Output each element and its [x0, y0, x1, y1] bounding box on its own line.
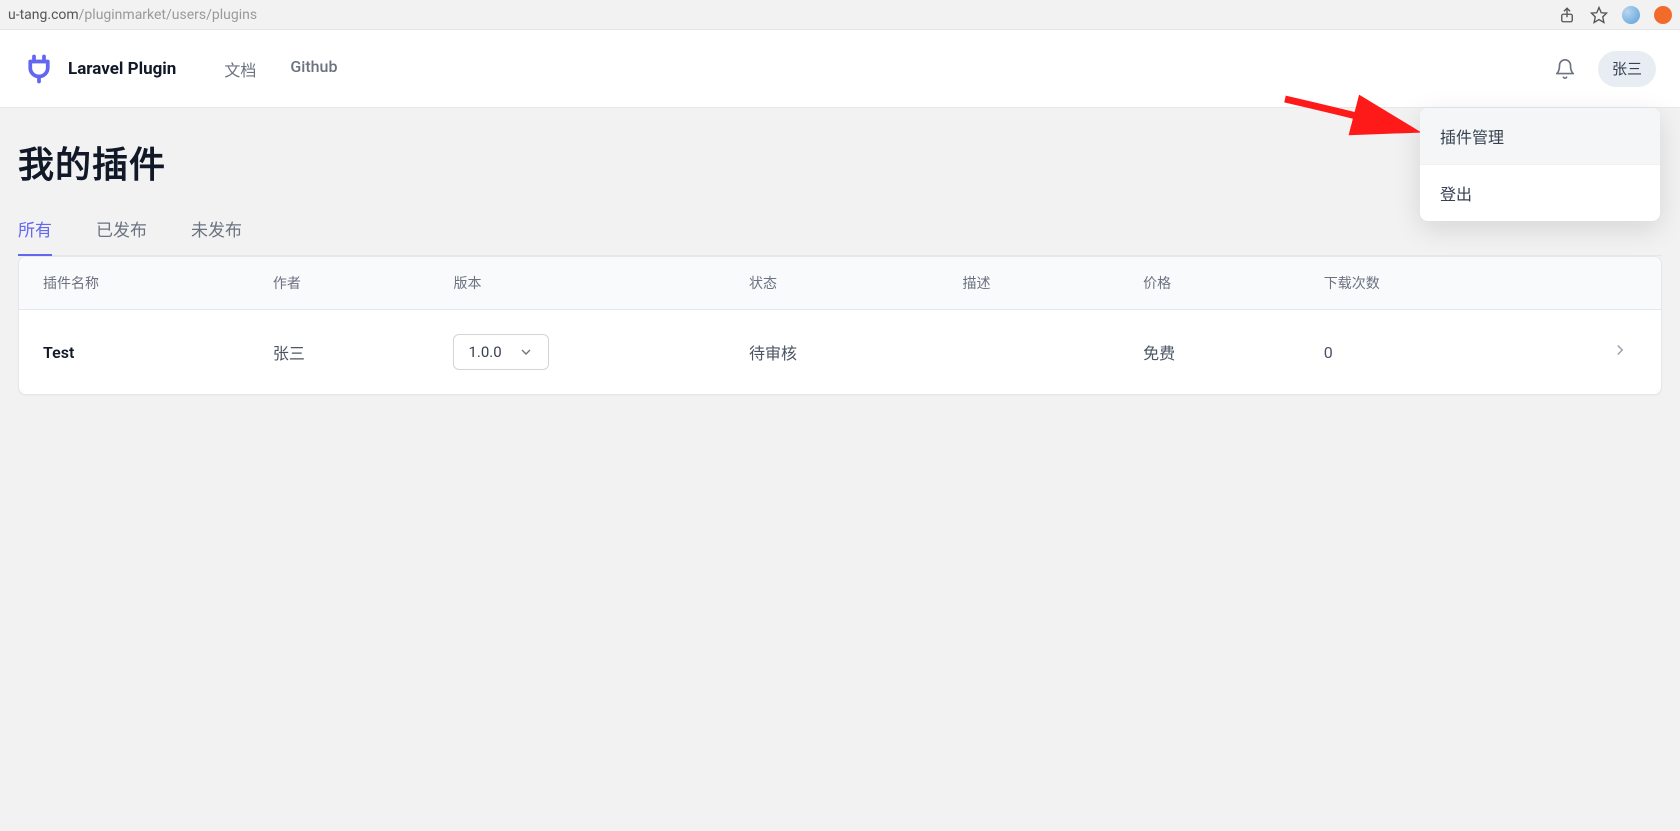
header-right: 张三 — [1554, 51, 1656, 87]
cell-author: 张三 — [249, 310, 430, 395]
th-author: 作者 — [249, 257, 430, 310]
th-description: 描述 — [938, 257, 1119, 310]
brand-name: Laravel Plugin — [68, 59, 176, 79]
logo-section[interactable]: Laravel Plugin — [24, 54, 176, 84]
user-name: 张三 — [1612, 58, 1642, 79]
tabs: 所有 已发布 未发布 — [18, 216, 1662, 256]
share-icon[interactable] — [1558, 6, 1576, 24]
browser-toolbar-icons — [1558, 6, 1672, 24]
th-actions — [1530, 257, 1661, 310]
page-title: 我的插件 — [18, 136, 1662, 188]
tab-all[interactable]: 所有 — [18, 216, 52, 255]
dropdown-item-logout[interactable]: 登出 — [1420, 165, 1660, 221]
plug-icon — [24, 54, 54, 84]
nav-link-github[interactable]: Github — [290, 57, 337, 81]
star-icon[interactable] — [1590, 6, 1608, 24]
th-status: 状态 — [725, 257, 938, 310]
browser-address-bar: u-tang.com/pluginmarket/users/plugins — [0, 0, 1680, 30]
nav-link-docs[interactable]: 文档 — [224, 57, 256, 81]
url-host: u-tang.com — [8, 7, 79, 23]
cell-name: Test — [19, 310, 249, 395]
cell-action — [1530, 310, 1661, 395]
th-price: 价格 — [1119, 257, 1300, 310]
plugins-table: 插件名称 作者 版本 状态 描述 价格 下载次数 Test 张三 1.0.0 — [18, 256, 1662, 395]
nav-links: 文档 Github — [224, 57, 337, 81]
url-path: /pluginmarket/users/plugins — [79, 7, 257, 23]
app-header: Laravel Plugin 文档 Github 张三 插件管理 登出 — [0, 30, 1680, 108]
user-dropdown: 插件管理 登出 — [1420, 108, 1660, 221]
cell-downloads: 0 — [1300, 310, 1530, 395]
table-header-row: 插件名称 作者 版本 状态 描述 价格 下载次数 — [19, 257, 1661, 310]
th-version: 版本 — [429, 257, 725, 310]
cell-description — [938, 310, 1119, 395]
url-text: u-tang.com/pluginmarket/users/plugins — [8, 7, 257, 23]
tab-published[interactable]: 已发布 — [96, 216, 147, 255]
browser-circle-icon-2[interactable] — [1654, 6, 1672, 24]
browser-circle-icon-1[interactable] — [1622, 6, 1640, 24]
th-name: 插件名称 — [19, 257, 249, 310]
cell-price: 免费 — [1119, 310, 1300, 395]
user-menu-button[interactable]: 张三 — [1598, 51, 1656, 87]
chevron-down-icon — [518, 344, 534, 360]
version-value: 1.0.0 — [468, 343, 501, 361]
chevron-right-icon[interactable] — [1611, 341, 1629, 359]
tab-unpublished[interactable]: 未发布 — [191, 216, 242, 255]
version-select[interactable]: 1.0.0 — [453, 334, 548, 370]
th-downloads: 下载次数 — [1300, 257, 1530, 310]
cell-status: 待审核 — [725, 310, 938, 395]
bell-icon[interactable] — [1554, 58, 1576, 80]
table-row[interactable]: Test 张三 1.0.0 待审核 免费 0 — [19, 310, 1661, 395]
dropdown-item-plugin-manage[interactable]: 插件管理 — [1420, 108, 1660, 165]
cell-version: 1.0.0 — [429, 310, 725, 395]
